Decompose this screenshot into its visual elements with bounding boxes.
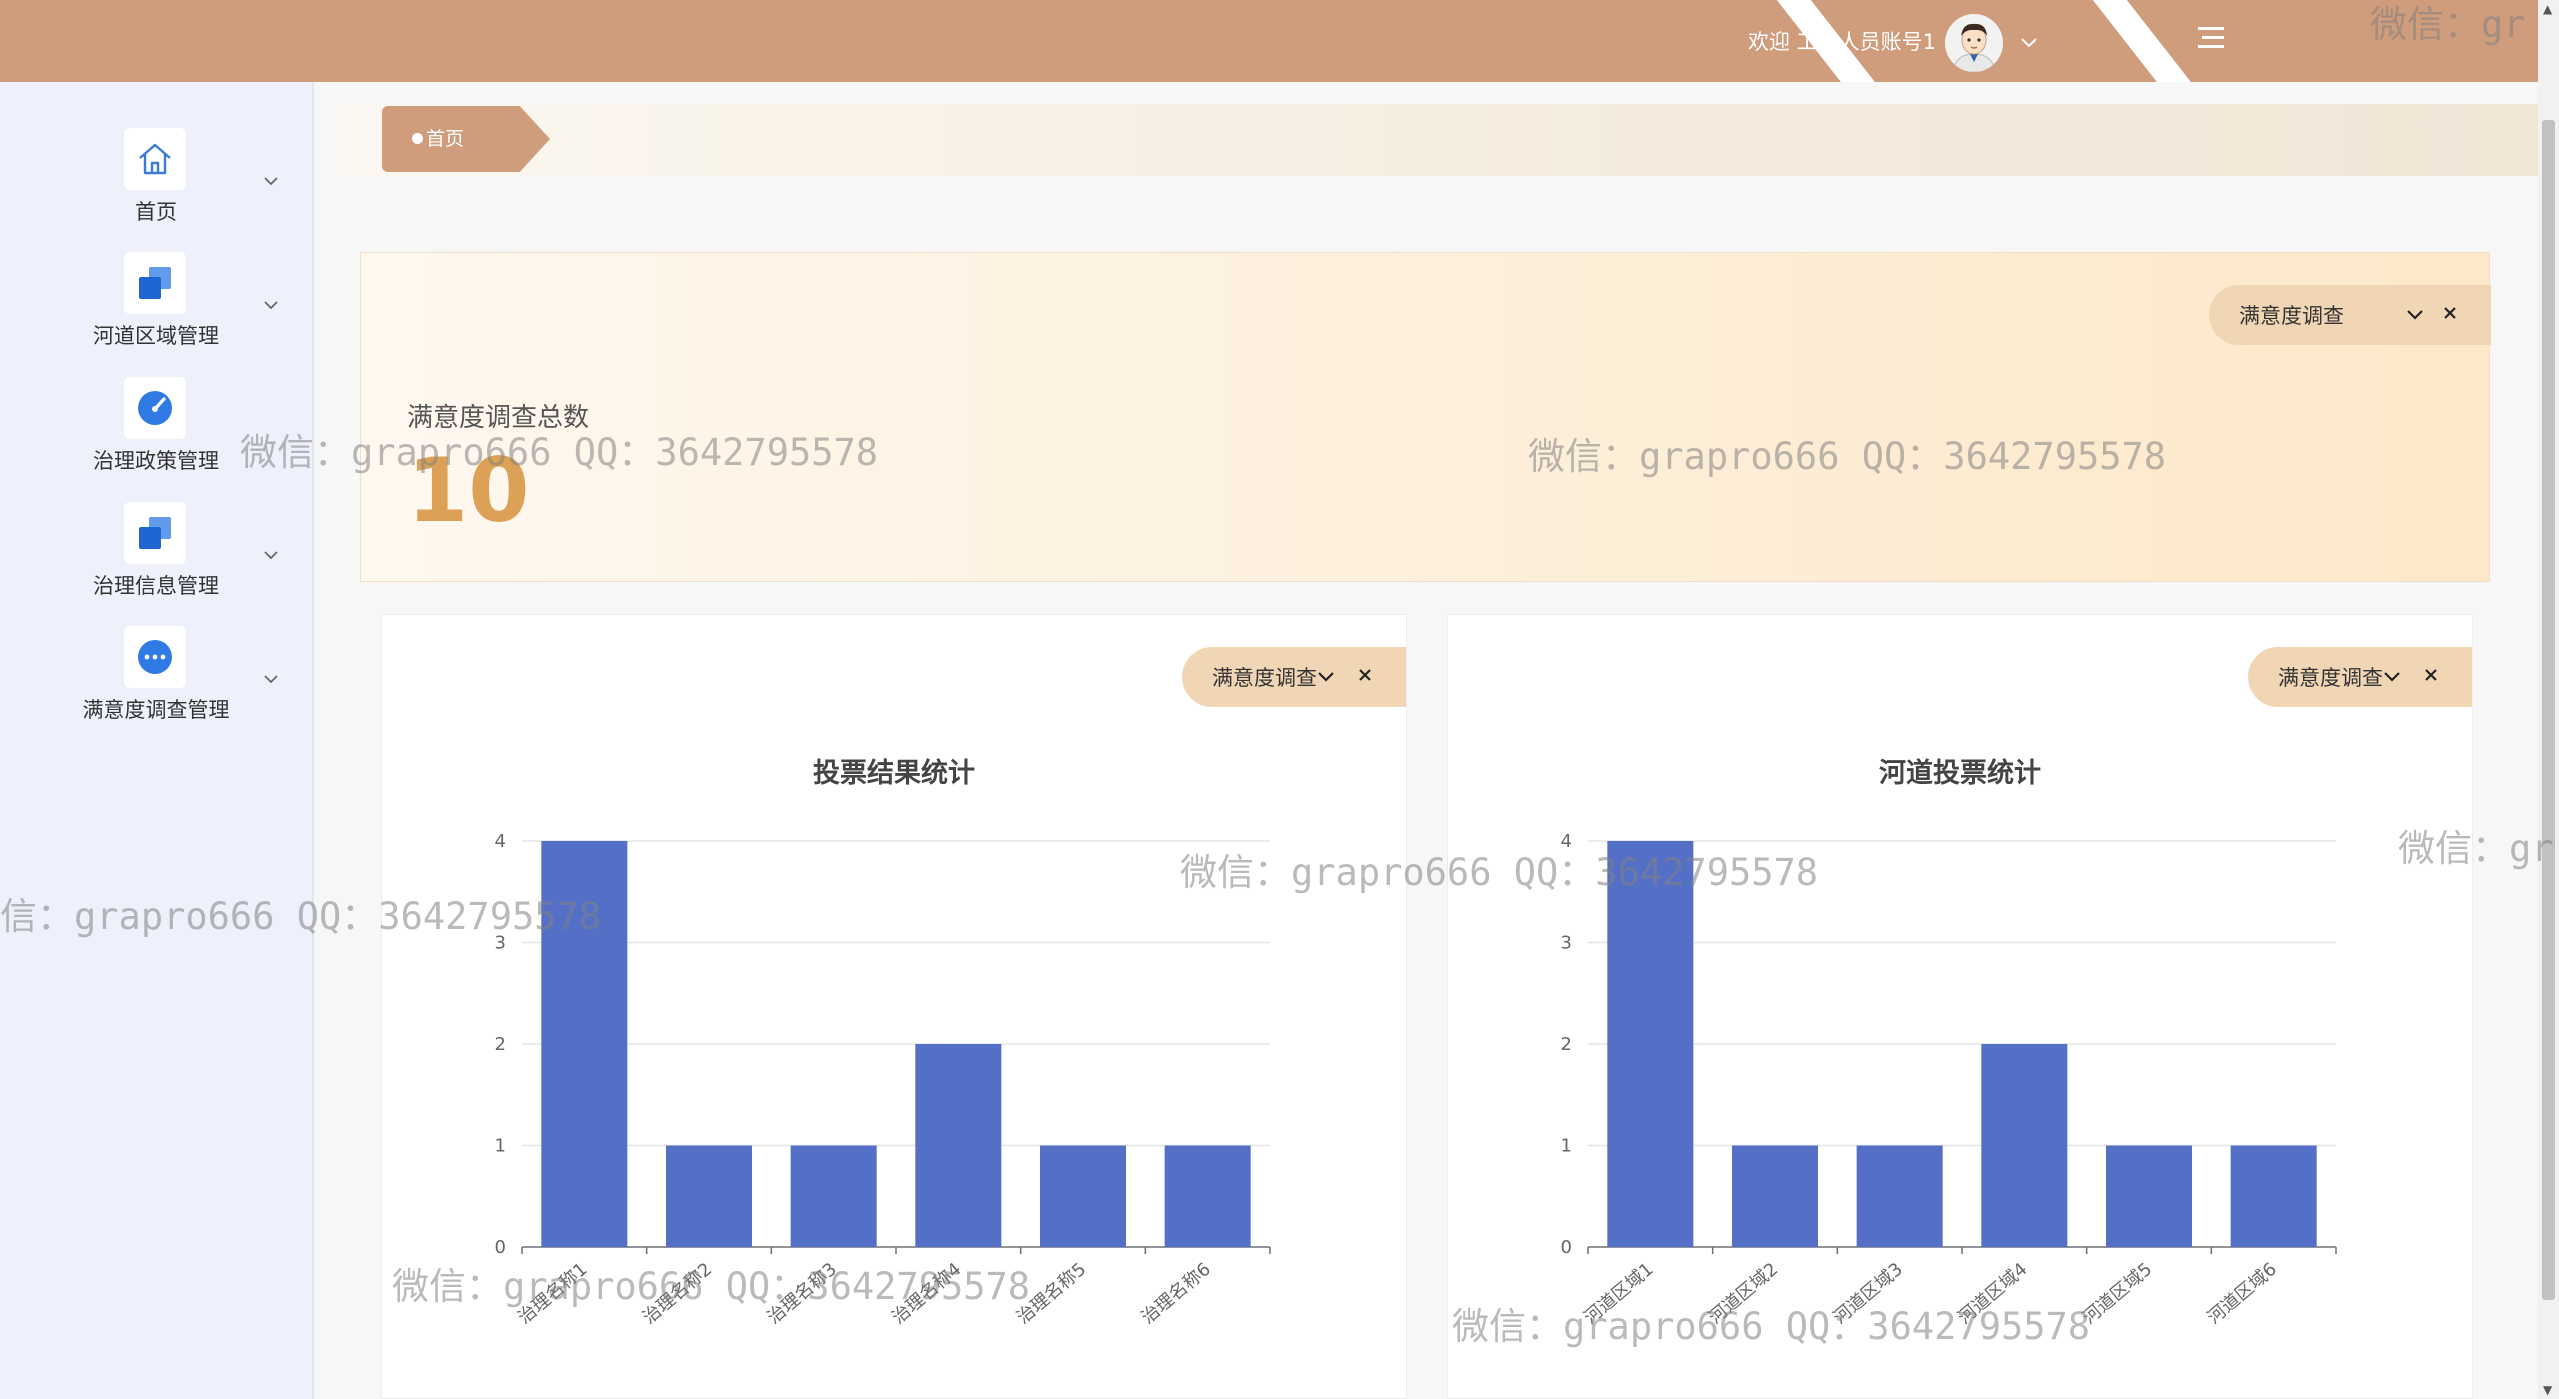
chart-filter-select[interactable]: 满意度调查 [2248, 647, 2472, 707]
sidebar-item-label: 治理信息管理 [93, 574, 219, 598]
x-tick-label: 河道区域1 [1580, 1259, 1657, 1329]
bar [1039, 1145, 1127, 1247]
header-decor-stripe [2085, 0, 2205, 82]
sidebar-item-river-area[interactable]: 河道区域管理 [0, 252, 312, 370]
bar [541, 841, 628, 1247]
sidebar-item-label: 满意度调查管理 [82, 698, 230, 722]
chevron-down-icon[interactable] [262, 546, 280, 565]
bar [915, 1044, 1002, 1247]
y-tick-label: 3 [1561, 933, 1572, 954]
x-tick-label: 治理名称4 [888, 1259, 965, 1329]
top-header: 欢迎 工作人员账号1 [0, 0, 2538, 82]
dots-icon [124, 626, 186, 688]
sidebar-item-policy[interactable]: 治理政策管理 [0, 377, 312, 495]
y-tick-label: 3 [495, 933, 506, 954]
filter-label: 满意度调查 [1212, 666, 1317, 690]
chevron-down-icon[interactable] [1317, 668, 1335, 687]
x-tick-label: 治理名称2 [639, 1259, 716, 1329]
chevron-down-icon[interactable] [2406, 306, 2424, 325]
y-tick-label: 4 [1561, 831, 1572, 852]
bar [2105, 1145, 2193, 1247]
stack-icon [124, 252, 186, 314]
filter-label: 满意度调查 [2278, 666, 2383, 690]
summary-card: 满意度调查总数 10 满意度调查 [360, 252, 2491, 582]
bar [1607, 841, 1694, 1247]
close-icon[interactable] [1357, 667, 1373, 687]
summary-value: 10 [407, 439, 530, 542]
sidebar-item-label: 首页 [135, 200, 177, 224]
y-tick-label: 4 [495, 831, 506, 852]
y-tick-label: 0 [1561, 1237, 1572, 1258]
close-icon[interactable] [2442, 305, 2458, 325]
sidebar-item-home[interactable]: 首页 [0, 128, 312, 246]
bar [1164, 1145, 1251, 1247]
sidebar-item-label: 河道区域管理 [93, 324, 219, 348]
summary-label: 满意度调查总数 [407, 403, 590, 433]
filter-label: 满意度调查 [2239, 304, 2344, 328]
bar [1731, 1145, 1819, 1247]
x-tick-label: 治理名称1 [514, 1259, 591, 1329]
close-icon[interactable] [2423, 667, 2439, 687]
summary-filter-select[interactable]: 满意度调查 [2209, 285, 2491, 345]
river-vote-chart-card: 0 1 2 3 4 河道区域1 河道区域2 河道区域3 河道区域4 河道区域5 河道区域6 河道投票… [1447, 614, 2473, 1399]
chart-title: 河道投票统计 [1879, 758, 2041, 789]
x-tick-label: 河道区域3 [1829, 1259, 1906, 1329]
x-tick-label: 治理名称3 [763, 1259, 840, 1329]
chevron-down-icon[interactable] [262, 172, 280, 191]
bar [1981, 1044, 2068, 1247]
y-tick-label: 1 [495, 1136, 506, 1157]
user-avatar-icon[interactable] [1945, 14, 2003, 72]
river-vote-chart: 0 1 2 3 4 河道区域1 河道区域2 河道区域3 河道区域4 河道区域5 河道区域6 [1561, 831, 2337, 1329]
chevron-down-icon[interactable] [262, 670, 280, 689]
page-scrollbar[interactable]: ▲ ▼ [2538, 0, 2559, 1399]
breadcrumb-dot [412, 133, 423, 144]
bar [665, 1145, 753, 1247]
y-tick-label: 2 [1561, 1034, 1572, 1055]
scroll-thumb[interactable] [2542, 120, 2555, 1300]
breadcrumb[interactable]: 首页 [426, 124, 464, 151]
sidebar-item-governance-info[interactable]: 治理信息管理 [0, 502, 312, 620]
x-tick-label: 河道区域4 [1954, 1259, 2031, 1329]
bar [790, 1145, 877, 1247]
scroll-down-icon[interactable]: ▼ [2543, 1383, 2552, 1397]
y-tick-label: 2 [495, 1034, 506, 1055]
x-tick-label: 治理名称5 [1013, 1259, 1090, 1329]
sidebar: 首页 河道区域管理 治理政策管理 治理信息管理 满意度调查管理 [0, 82, 314, 1399]
stack-icon [124, 502, 186, 564]
y-tick-label: 1 [1561, 1136, 1572, 1157]
breadcrumb-tag[interactable] [382, 106, 550, 172]
menu-toggle-icon[interactable] [2196, 24, 2226, 56]
chart-title: 投票结果统计 [813, 758, 975, 789]
chevron-down-icon[interactable] [2020, 34, 2038, 53]
chart-filter-select[interactable]: 满意度调查 [1182, 647, 1406, 707]
home-icon [124, 128, 186, 190]
x-tick-label: 河道区域5 [2079, 1259, 2156, 1329]
x-tick-label: 治理名称6 [1137, 1259, 1214, 1329]
vote-result-chart: 0 1 2 3 4 治理名称1 治理名称2 治理名称3 治理名称4 治理名称5 治理名称6 [495, 831, 1271, 1329]
breadcrumb-bar [336, 104, 2538, 176]
bar [1856, 1145, 1943, 1247]
scroll-up-icon[interactable]: ▲ [2543, 2, 2552, 16]
chevron-down-icon[interactable] [262, 296, 280, 315]
chevron-down-icon[interactable] [2383, 668, 2401, 687]
vote-result-chart-card: 0 1 2 3 4 治理名称1 治理名称2 治理名称3 治理名称4 治理名称5 治理名称6 投票结果… [381, 614, 1407, 1399]
x-tick-label: 河道区域6 [2203, 1259, 2280, 1329]
sidebar-item-satisfaction[interactable]: 满意度调查管理 [0, 626, 312, 744]
sidebar-item-label: 治理政策管理 [93, 449, 219, 473]
x-tick-label: 河道区域2 [1705, 1259, 1782, 1329]
bar [2230, 1145, 2317, 1247]
gauge-icon [124, 377, 186, 439]
y-tick-label: 0 [495, 1237, 506, 1258]
